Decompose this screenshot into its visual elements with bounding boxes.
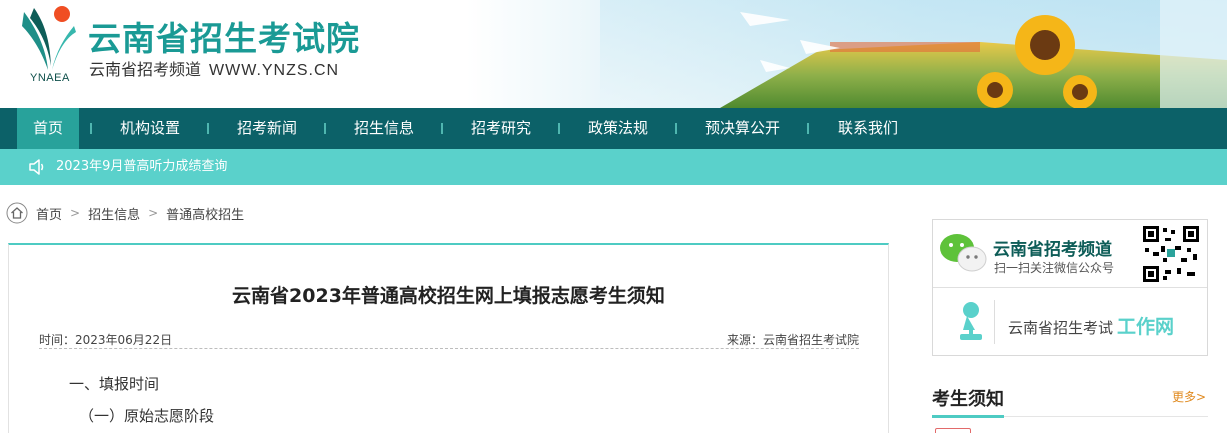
breadcrumb-general-college[interactable]: 普通高校招生 xyxy=(166,204,244,223)
site-header: YNAEA 云南省招生考试院 云南省招考频道 WWW.YNZS.CN xyxy=(0,0,1227,108)
nav-item-exam-news[interactable]: 招考新闻 xyxy=(222,108,312,149)
wechat-row[interactable]: 云南省招考频道 扫一扫关注微信公众号 xyxy=(933,220,1207,288)
speaker-icon xyxy=(29,159,44,175)
work-network-link[interactable]: 云南省招生考试 工作网 xyxy=(1008,312,1174,339)
more-link[interactable]: 更多> xyxy=(1172,388,1206,405)
logo-text: YNAEA xyxy=(30,72,70,84)
candidate-notice-section: 考生须知 更多> xyxy=(932,383,1208,418)
channel-name: 云南省招考频道 xyxy=(89,60,202,79)
divider xyxy=(994,300,995,344)
article-meta: 时间：2023年06月22日 来源：云南省招生考试院 xyxy=(39,329,859,349)
chevron-right-icon: > xyxy=(70,206,81,220)
main-nav: 首页 机构设置 招考新闻 招生信息 招考研究 政策法规 预决算公开 联系我们 xyxy=(0,108,1227,149)
new-badge xyxy=(935,428,971,433)
nav-separator xyxy=(207,123,209,134)
article-heading-1: 一、填报时间 xyxy=(69,375,160,393)
notice-link[interactable]: 2023年9月普高听力成绩查询 xyxy=(56,149,227,185)
nav-item-organization[interactable]: 机构设置 xyxy=(105,108,195,149)
home-icon xyxy=(6,202,28,224)
section-title-underline xyxy=(932,415,1004,418)
nav-separator xyxy=(807,123,809,134)
nav-item-contact[interactable]: 联系我们 xyxy=(822,108,914,149)
wechat-channel-title: 云南省招考频道 xyxy=(993,240,1112,260)
nav-item-exam-research[interactable]: 招考研究 xyxy=(456,108,546,149)
site-subtitle: 云南省招考频道 WWW.YNZS.CN xyxy=(89,56,339,80)
nav-item-policies[interactable]: 政策法规 xyxy=(573,108,663,149)
breadcrumb: 首页 > 招生信息 > 普通高校招生 xyxy=(6,201,244,225)
breadcrumb-home[interactable]: 首页 xyxy=(36,204,62,223)
notice-bar: 2023年9月普高听力成绩查询 xyxy=(0,149,1227,185)
article-source: 来源：云南省招生考试院 xyxy=(726,333,859,347)
nav-separator xyxy=(441,123,443,134)
article-date: 时间：2023年06月22日 xyxy=(39,333,173,347)
chevron-right-icon: > xyxy=(148,206,159,220)
nav-item-budget[interactable]: 预决算公开 xyxy=(690,108,795,149)
nav-separator xyxy=(558,123,560,134)
qr-code-icon xyxy=(1141,224,1201,284)
sidebar-channel-box: 云南省招考频道 扫一扫关注微信公众号 云南省招生考试 工作网 xyxy=(932,219,1208,356)
site-url[interactable]: WWW.YNZS.CN xyxy=(209,62,339,79)
work-network-accent: 工作网 xyxy=(1117,316,1175,338)
sunflower-banner-image xyxy=(600,0,1227,108)
breadcrumb-admission-info[interactable]: 招生信息 xyxy=(88,204,140,223)
section-title: 考生须知 xyxy=(932,389,1004,410)
wechat-channel-subtitle: 扫一扫关注微信公众号 xyxy=(994,261,1115,275)
desk-lamp-icon xyxy=(960,302,982,340)
article-subheading-1: （一）原始志愿阶段 xyxy=(79,407,215,425)
wechat-icon xyxy=(940,234,987,272)
article-panel: 云南省2023年普通高校招生网上填报志愿考生须知 时间：2023年06月22日 … xyxy=(8,243,889,433)
nav-separator xyxy=(324,123,326,134)
nav-item-home[interactable]: 首页 xyxy=(17,108,79,149)
work-network-prefix: 云南省招生考试 xyxy=(1008,319,1114,337)
nav-separator xyxy=(90,123,92,134)
article-title: 云南省2023年普通高校招生网上填报志愿考生须知 xyxy=(232,285,665,307)
site-title[interactable]: 云南省招生考试院 xyxy=(88,12,360,60)
nav-separator xyxy=(675,123,677,134)
nav-item-admission-info[interactable]: 招生信息 xyxy=(339,108,429,149)
